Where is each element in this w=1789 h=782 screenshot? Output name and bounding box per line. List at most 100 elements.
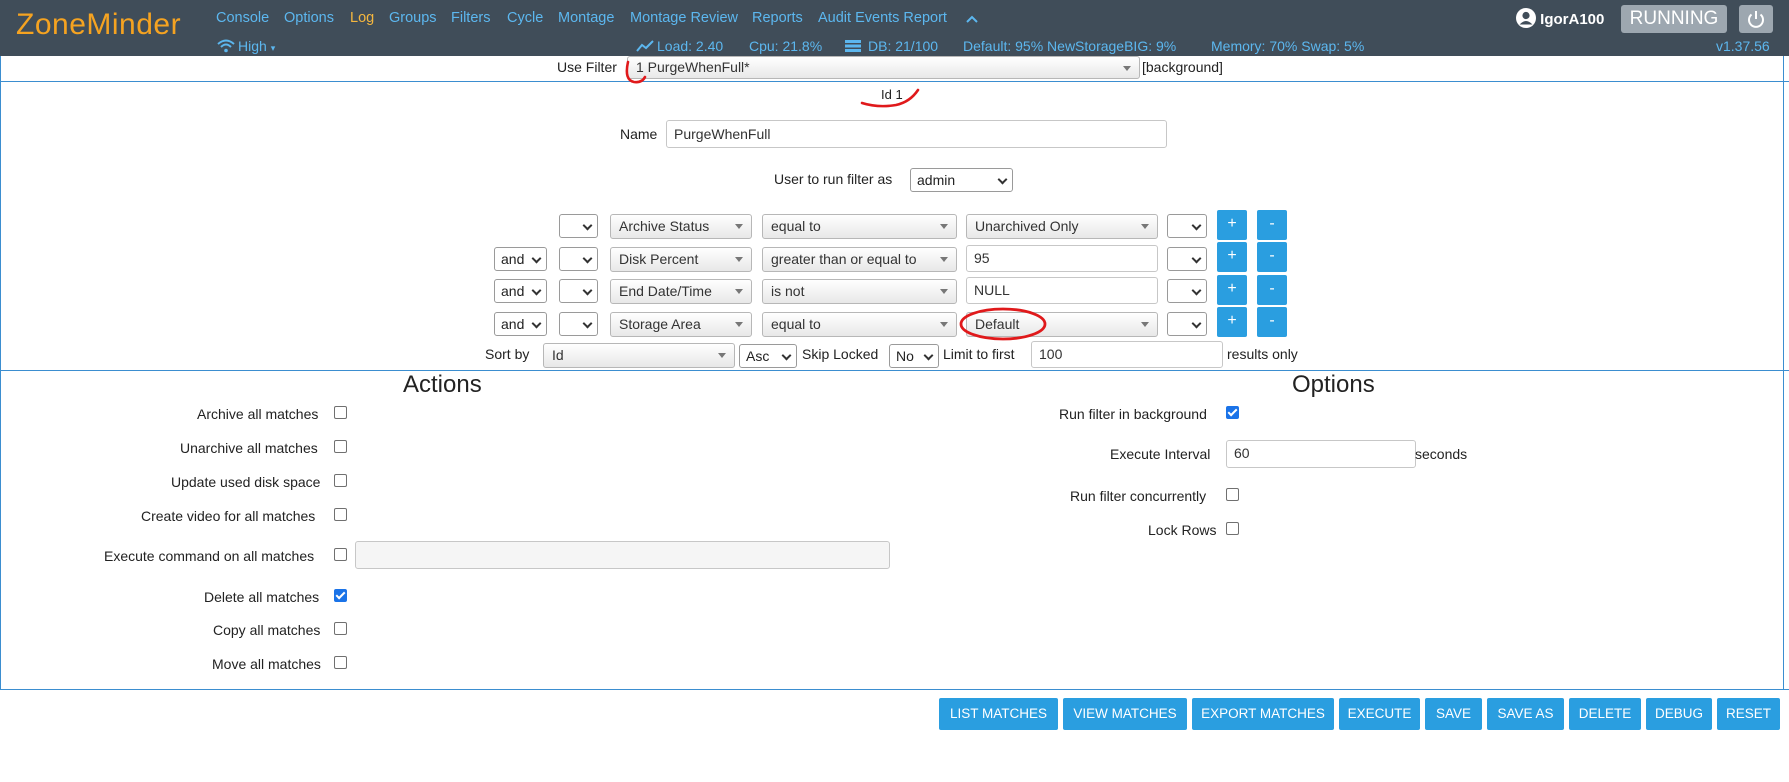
run-as-user-select[interactable]: admin [910,168,1013,192]
use-filter-select[interactable]: 1 PurgeWhenFull* [627,56,1140,79]
divider-middle [0,370,1789,371]
term-3-add-button[interactable]: + [1217,307,1247,337]
delete-button[interactable]: DELETE [1569,698,1641,730]
update-disk-checkbox[interactable] [334,474,347,487]
archive-label: Archive all matches [197,406,319,422]
name-label: Name [620,126,658,142]
term-2-operator-select[interactable]: is not [762,279,957,304]
sort-by-label: Sort by [485,346,530,362]
nav-reports[interactable]: Reports [752,10,803,26]
execute-command-checkbox[interactable] [334,548,347,561]
run-as-label: User to run filter as [774,171,893,187]
nav-filters[interactable]: Filters [451,10,490,26]
limit-input[interactable]: 100 [1031,341,1223,368]
power-button[interactable] [1739,5,1773,33]
term-0-attribute-select[interactable]: Archive Status [610,214,752,239]
archive-checkbox[interactable] [334,406,347,419]
term-3-close-bracket-select[interactable] [1167,312,1207,336]
term-2-open-bracket-select[interactable] [559,279,598,303]
nav-cycle[interactable]: Cycle [507,10,543,26]
load-chart-icon [636,40,654,52]
delete-label: Delete all matches [204,589,320,605]
term-3-remove-button[interactable]: - [1257,307,1287,337]
divider-top [0,81,1789,82]
copy-label: Copy all matches [213,622,321,638]
term-0-close-bracket-select[interactable] [1167,214,1207,238]
term-1-conjunction-select[interactable]: and [494,247,547,271]
move-checkbox[interactable] [334,656,347,669]
seconds-label: seconds [1415,446,1468,462]
brand-logo[interactable]: ZoneMinder [16,8,181,42]
filter-name-input[interactable]: PurgeWhenFull [666,120,1167,148]
power-icon [1748,11,1764,28]
run-state-button[interactable]: RUNNING [1621,5,1727,33]
lock-rows-checkbox[interactable] [1226,522,1239,535]
unarchive-checkbox[interactable] [334,440,347,453]
nav-audit-events-report[interactable]: Audit Events Report [818,10,947,26]
nav-log[interactable]: Log [350,10,374,26]
reset-button[interactable]: RESET [1717,698,1780,730]
execute-interval-label: Execute Interval [1110,446,1211,462]
nav-options[interactable]: Options [284,10,334,26]
term-3-operator-select[interactable]: equal to [762,312,957,337]
use-filter-label: Use Filter [557,59,617,75]
run-concurrently-checkbox[interactable] [1226,488,1239,501]
term-3-open-bracket-select[interactable] [559,312,598,336]
run-background-checkbox[interactable] [1226,406,1239,419]
term-1-value-input[interactable]: 95 [966,245,1158,272]
results-only-label: results only [1227,346,1298,362]
term-2-remove-button[interactable]: - [1257,275,1287,305]
term-2-close-bracket-select[interactable] [1167,279,1207,303]
execute-interval-input[interactable]: 60 [1226,440,1416,468]
wifi-icon [217,39,235,53]
skip-locked-label: Skip Locked [802,346,879,362]
term-3-attribute-select[interactable]: Storage Area [610,312,752,337]
term-3-conjunction-select[interactable]: and [494,312,547,336]
term-1-open-bracket-select[interactable] [559,247,598,271]
create-video-checkbox[interactable] [334,508,347,521]
user-avatar-icon [1516,8,1536,28]
red-circle-annotation [959,307,1047,341]
term-1-remove-button[interactable]: - [1257,242,1287,272]
term-1-attribute-select[interactable]: Disk Percent [610,247,752,272]
run-concurrently-label: Run filter concurrently [1070,488,1207,504]
term-2-value-input[interactable]: NULL [966,277,1158,304]
term-1-add-button[interactable]: + [1217,242,1247,272]
nav-montage-review[interactable]: Montage Review [630,10,738,26]
save-button[interactable]: SAVE [1425,698,1482,730]
delete-checkbox[interactable] [334,589,347,602]
term-2-attribute-select[interactable]: End Date/Time [610,279,752,304]
term-0-value-select[interactable]: Unarchived Only [966,214,1158,239]
term-0-open-bracket-select[interactable] [559,214,598,238]
term-2-conjunction-select[interactable]: and [494,279,547,303]
sort-field-select[interactable]: Id [543,343,735,368]
list-matches-button[interactable]: LIST MATCHES [939,698,1058,730]
nav-montage[interactable]: Montage [558,10,614,26]
nav-groups[interactable]: Groups [389,10,437,26]
term-0-remove-button[interactable]: - [1257,210,1287,240]
term-0-add-button[interactable]: + [1217,210,1247,240]
skip-locked-select[interactable]: No [889,344,939,368]
term-0-operator-select[interactable]: equal to [762,214,957,239]
bandwidth-dropdown[interactable]: High ▾ [238,38,275,54]
memory-stat: Memory: 70% Swap: 5% [1211,38,1365,54]
export-matches-button[interactable]: EXPORT MATCHES [1192,698,1334,730]
term-1-operator-select[interactable]: greater than or equal to [762,247,957,272]
user-menu[interactable]: IgorA100 [1516,8,1604,28]
nav-console[interactable]: Console [216,10,269,26]
sort-direction-select[interactable]: Asc [739,344,797,368]
storage-stat: Default: 95% NewStorageBIG: 9% [963,38,1177,54]
debug-button[interactable]: DEBUG [1646,698,1712,730]
view-matches-button[interactable]: VIEW MATCHES [1063,698,1187,730]
limit-label: Limit to first [943,346,1015,362]
term-1-close-bracket-select[interactable] [1167,247,1207,271]
top-navbar: ZoneMinder Console Options Log Groups Fi… [0,0,1789,56]
collapse-chevron-up-icon[interactable] [966,14,978,24]
term-2-add-button[interactable]: + [1217,275,1247,305]
load-stat: Load: 2.40 [657,38,724,54]
execute-button[interactable]: EXECUTE [1339,698,1420,730]
copy-checkbox[interactable] [334,622,347,635]
execute-command-input[interactable] [355,541,890,569]
move-label: Move all matches [212,656,321,672]
save-as-button[interactable]: SAVE AS [1487,698,1564,730]
